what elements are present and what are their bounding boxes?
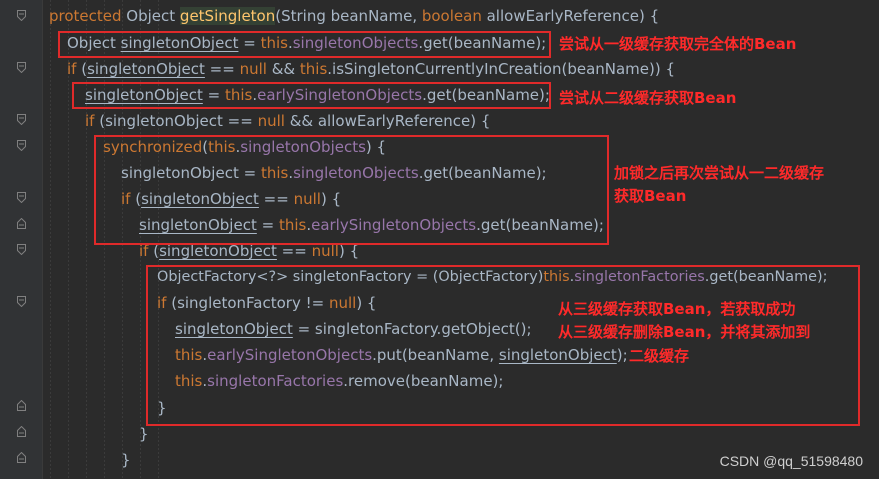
params: allowEarlyReference) { xyxy=(486,7,660,25)
condition: && allowEarlyReference) { xyxy=(289,112,491,130)
fold-expand-icon[interactable] xyxy=(17,400,26,411)
fold-expand-icon[interactable] xyxy=(17,218,26,229)
gutter-separator xyxy=(42,0,43,479)
fold-collapse-icon[interactable] xyxy=(17,62,26,73)
code-line-if-early-reference[interactable]: if (singletonObject == null && allowEarl… xyxy=(85,108,490,134)
keyword: if xyxy=(67,60,82,78)
fold-expand-icon[interactable] xyxy=(17,452,26,463)
operator: == xyxy=(204,60,240,78)
keyword: boolean xyxy=(421,7,487,25)
annotation-first-cache: 尝试从一级缓存获取完全体的Bean xyxy=(559,35,797,53)
keyword: if xyxy=(85,112,100,130)
method-name: getSingleton xyxy=(179,7,276,25)
brace: } xyxy=(121,451,131,469)
operator: && xyxy=(271,60,300,78)
keyword: this xyxy=(299,60,328,78)
watermark: CSDN @qq_51598480 xyxy=(719,453,863,469)
fold-expand-icon[interactable] xyxy=(17,426,26,437)
code-line-method-signature[interactable]: protected Object getSingleton(String bea… xyxy=(49,3,659,29)
indent-guide xyxy=(50,0,51,479)
highlight-box-first-cache xyxy=(58,31,551,58)
call: .isSingletonCurrentlyInCreation(beanName… xyxy=(327,60,676,78)
fold-collapse-icon[interactable] xyxy=(17,244,26,255)
fold-collapse-icon[interactable] xyxy=(17,192,26,203)
variable: singletonObject xyxy=(87,60,205,78)
annotation-lock-line2: 获取Bean xyxy=(614,187,687,205)
keyword: protected xyxy=(49,7,127,25)
highlight-box-second-cache xyxy=(72,82,551,109)
type-name: Object xyxy=(126,7,180,25)
fold-collapse-icon[interactable] xyxy=(17,114,26,125)
params: (String beanName, xyxy=(275,7,422,25)
annotation-second-cache: 尝试从二级缓存获取Bean xyxy=(559,89,737,107)
annotation-third-line3: 二级缓存 xyxy=(629,347,690,365)
brace: } xyxy=(139,425,149,443)
keyword: null xyxy=(257,112,290,130)
fold-collapse-icon[interactable] xyxy=(17,10,26,21)
annotation-third-line1: 从三级缓存获取Bean，若获取成功 xyxy=(558,300,796,318)
annotation-lock-line1: 加锁之后再次尝试从一二级缓存 xyxy=(614,164,825,182)
annotation-third-line2: 从三级缓存删除Bean，并将其添加到 xyxy=(558,323,811,341)
highlight-box-synchronized xyxy=(94,135,609,245)
code-line-close-brace[interactable]: } xyxy=(121,447,131,473)
condition: (singletonObject == xyxy=(99,112,258,130)
fold-collapse-icon[interactable] xyxy=(17,296,26,307)
keyword: null xyxy=(239,60,272,78)
highlight-box-third-cache xyxy=(146,265,860,426)
code-line-if-in-creation[interactable]: if (singletonObject == null && this.isSi… xyxy=(67,56,675,82)
fold-collapse-icon[interactable] xyxy=(17,140,26,151)
